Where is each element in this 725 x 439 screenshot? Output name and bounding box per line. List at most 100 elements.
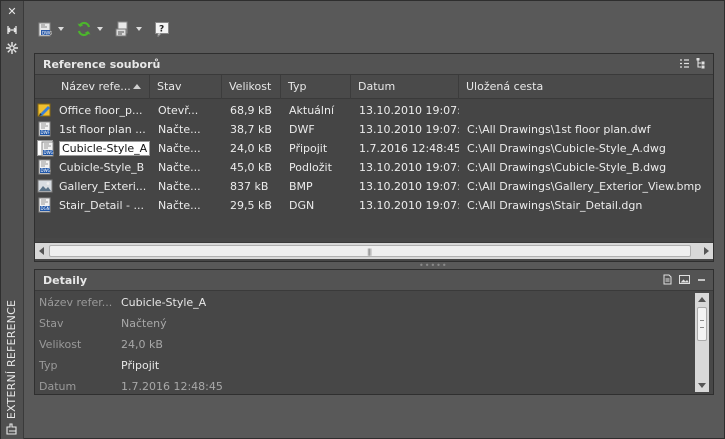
cell-text: 29,5 kB: [230, 199, 272, 212]
table-row[interactable]: DGN Stair_Detail - ... Načte... 29,5 kB DGN 1…: [35, 196, 713, 215]
column-header-label: Velikost: [229, 80, 272, 93]
table-row[interactable]: DWF 1st floor plan ... Načte... 38,7 kB DWF 1…: [35, 120, 713, 139]
scroll-right-icon[interactable]: [704, 247, 709, 255]
table-row[interactable]: Office floor_p... Otevř... 68,9 kB Aktuální…: [35, 101, 713, 120]
cell-status: Načte...: [150, 120, 222, 139]
detail-label: Velikost: [39, 338, 82, 351]
cell-name: DWF 1st floor plan ...: [35, 120, 150, 139]
cell-status: Načte...: [150, 139, 222, 158]
chevron-down-icon[interactable]: [58, 27, 64, 31]
detail-label: Typ: [39, 359, 58, 372]
details-title: Detaily: [43, 273, 87, 287]
horizontal-scrollbar[interactable]: |||: [35, 242, 713, 259]
chevron-down-icon[interactable]: [136, 27, 142, 31]
close-icon[interactable]: ✕: [5, 5, 19, 19]
drawing-current-icon: [37, 102, 53, 118]
detail-label: Datum: [39, 380, 77, 393]
svg-text:DWG: DWG: [44, 150, 54, 155]
reference-name: Stair_Detail - ...: [59, 199, 144, 212]
cell-path: C:\All Drawings\Cubicle-Style_A.dwg: [459, 139, 713, 158]
cell-date: 13.10.2010 19:07:...: [351, 101, 459, 120]
cell-path: C:\All Drawings\1st floor plan.dwf: [459, 120, 713, 139]
cell-date: 13.10.2010 19:07:...: [351, 177, 459, 196]
cell-text: C:\All Drawings\Stair_Detail.dgn: [467, 199, 643, 212]
column-header-size[interactable]: Velikost: [222, 75, 281, 99]
detail-label: Název refer...: [39, 296, 113, 309]
dgn-file-icon: DGN: [37, 197, 53, 213]
dwf-file-icon: DWF: [37, 121, 53, 137]
cell-name: DWG Cubicle-Style_A: [35, 139, 150, 158]
scroll-up-icon[interactable]: [698, 297, 706, 302]
preview-view-icon[interactable]: [679, 274, 690, 285]
file-references-grid: Název refe... Stav Velikost Typ Datum Ul…: [35, 75, 713, 238]
cell-text: 1.7.2016 12:48:45: [359, 142, 459, 155]
cell-date: 1.7.2016 12:48:45: [351, 139, 459, 158]
cell-status: Načte...: [150, 196, 222, 215]
details-body: Název refer... Cubicle-Style_A Stav Načtený…: [35, 291, 713, 394]
column-header-date[interactable]: Datum: [351, 75, 459, 99]
details-view-icon[interactable]: [662, 274, 673, 285]
dwg-file-icon: DWG: [37, 140, 54, 157]
cell-path: C:\All Drawings\Cubicle-Style_B.dwg: [459, 158, 713, 177]
scrollbar-thumb[interactable]: |||: [49, 245, 691, 257]
scroll-left-icon[interactable]: [39, 247, 44, 255]
column-header-saved-path[interactable]: Uložená cesta: [459, 75, 713, 99]
collapse-icon[interactable]: [696, 274, 707, 285]
chevron-down-icon[interactable]: [97, 27, 103, 31]
cell-status: Otevř...: [150, 101, 222, 120]
list-view-icon[interactable]: [679, 58, 690, 69]
cell-text: DWF: [289, 123, 315, 136]
cell-date: 13.10.2010 19:07:...: [351, 158, 459, 177]
cell-text: Otevř...: [158, 104, 199, 117]
palette-menu-icon[interactable]: [5, 421, 19, 435]
column-header-type[interactable]: Typ: [281, 75, 351, 99]
attach-dwg-button[interactable]: DWG: [37, 19, 64, 39]
cell-type: BMP: [281, 177, 351, 196]
help-button[interactable]: ?: [154, 19, 170, 39]
scrollbar-thumb[interactable]: [697, 307, 707, 341]
tree-view-icon[interactable]: [696, 58, 707, 69]
cell-text: Načte...: [158, 199, 201, 212]
cell-text: C:\All Drawings\1st floor plan.dwf: [467, 123, 651, 136]
table-row[interactable]: Gallery_Exteri... Načte... 837 kB BMP 13.10.…: [35, 177, 713, 196]
palette-title: EXTERNÍ REFERENCE: [4, 299, 20, 418]
cell-text: Načte...: [158, 142, 201, 155]
cell-status: Načte...: [150, 177, 222, 196]
cell-text: 38,7 kB: [230, 123, 272, 136]
scroll-down-icon[interactable]: [698, 383, 706, 388]
grid-rows: Office floor_p... Otevř... 68,9 kB Aktuální…: [35, 99, 713, 215]
cell-size: 29,5 kB: [222, 196, 281, 215]
table-row[interactable]: DWG Cubicle-Style_A Načte... 24,0 kB Připoji…: [35, 139, 713, 158]
cell-text: DGN: [289, 199, 315, 212]
svg-text:DWG: DWG: [42, 30, 52, 35]
properties-gear-icon[interactable]: [5, 41, 19, 55]
auto-hide-icon[interactable]: [5, 23, 19, 37]
cell-path: C:\All Drawings\Stair_Detail.dgn: [459, 196, 713, 215]
column-header-name[interactable]: Název refe...: [35, 75, 150, 99]
cell-text: 24,0 kB: [230, 142, 272, 155]
column-header-status[interactable]: Stav: [150, 75, 222, 99]
cell-size: 45,0 kB: [222, 158, 281, 177]
refresh-icon: [76, 21, 92, 37]
cell-type: DWF: [281, 120, 351, 139]
palette-title-text: EXTERNÍ REFERENCE: [5, 299, 19, 419]
grid-header: Název refe... Stav Velikost Typ Datum Ul…: [35, 75, 713, 99]
cell-status: Načte...: [150, 158, 222, 177]
panel-splitter[interactable]: •••••: [34, 261, 714, 270]
file-references-header: Reference souborů: [35, 54, 713, 75]
cell-type: Aktuální: [281, 101, 351, 120]
detail-value: 24,0 kB: [121, 338, 163, 351]
refresh-button[interactable]: [76, 19, 103, 39]
cell-text: 13.10.2010 19:07:...: [359, 123, 459, 136]
cell-name: DGN Stair_Detail - ...: [35, 196, 150, 215]
table-row[interactable]: DWG Cubicle-Style_B Načte... 45,0 kB Podloži…: [35, 158, 713, 177]
column-header-label: Datum: [358, 80, 396, 93]
file-references-panel: Reference souborů Název refe... Stav Vel…: [34, 53, 714, 262]
column-header-label: Uložená cesta: [466, 80, 544, 93]
vertical-scrollbar[interactable]: [695, 293, 709, 392]
change-path-button[interactable]: [115, 19, 142, 39]
detail-value: Připojit: [121, 359, 160, 372]
sort-ascending-icon: [133, 84, 141, 89]
splitter-grip-icon: •••••: [419, 261, 448, 270]
cell-text: 13.10.2010 19:07:...: [359, 104, 459, 117]
